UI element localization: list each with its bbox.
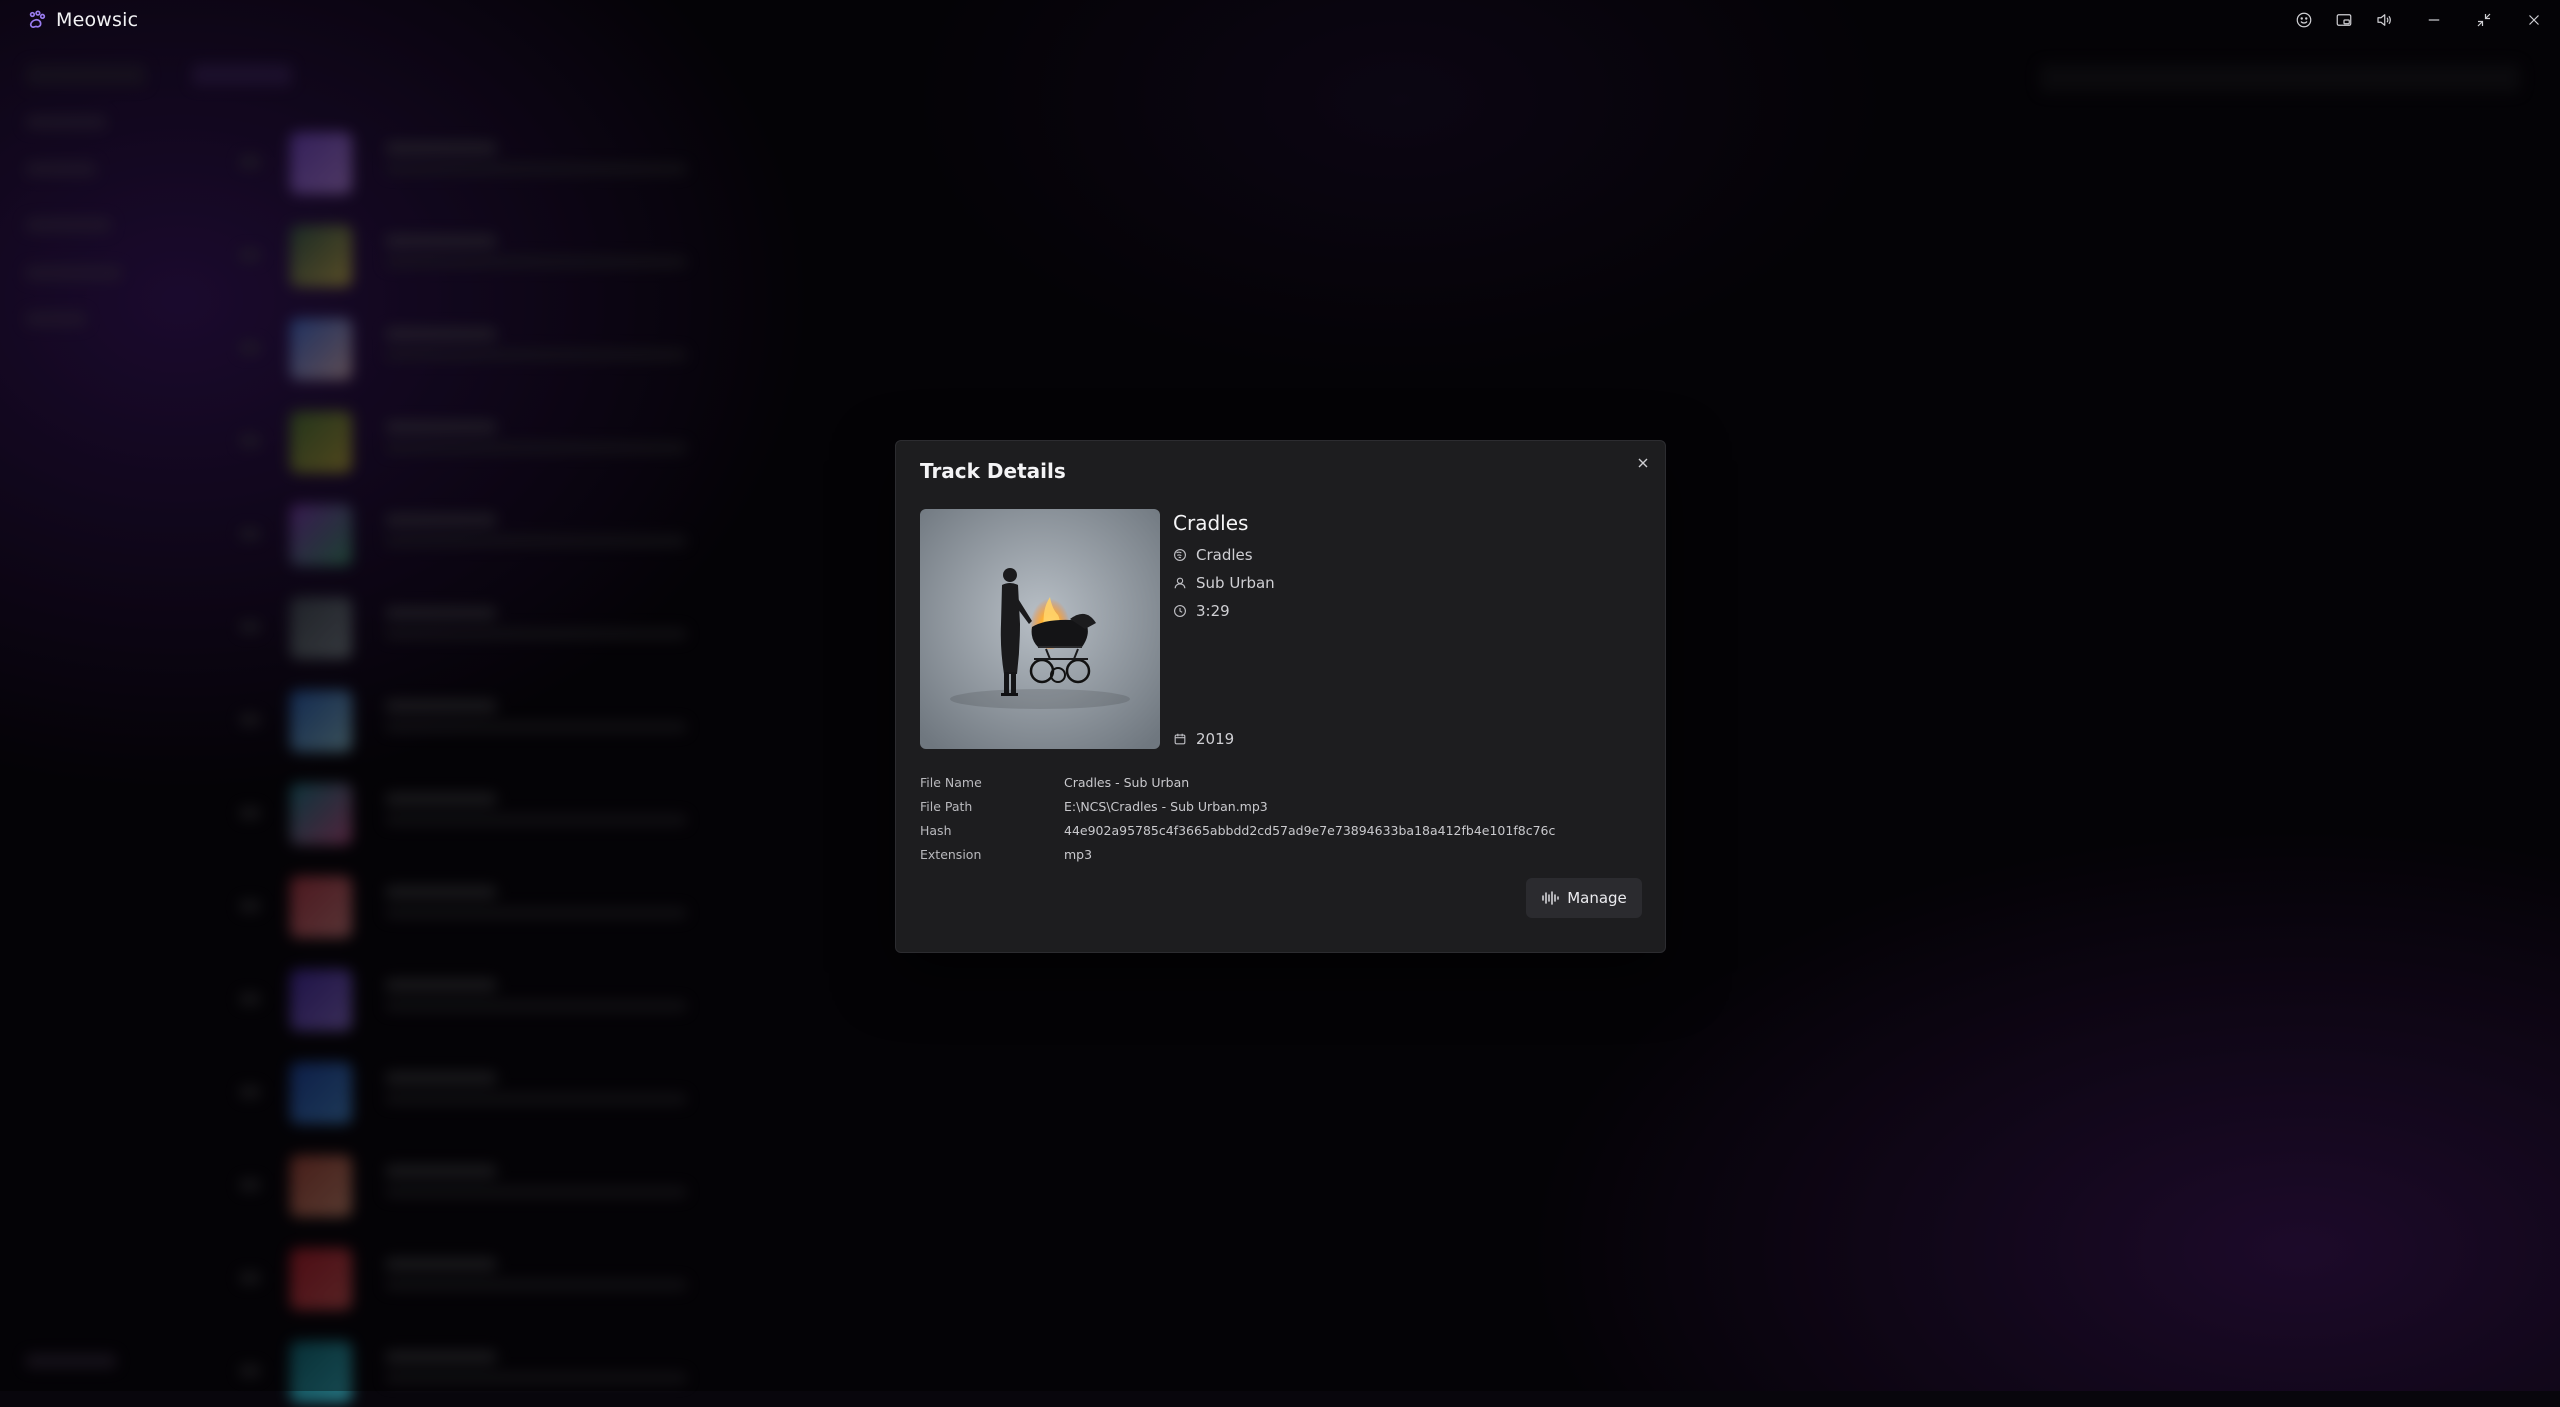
volume-icon <box>2377 14 2391 26</box>
minimize-icon <box>2428 19 2440 21</box>
detail-row-file-name: File Name Cradles - Sub Urban <box>920 770 1640 794</box>
album-art-image <box>920 509 1160 749</box>
detail-row-extension: Extension mp3 <box>920 842 1640 866</box>
volume-button[interactable] <box>2364 0 2404 40</box>
app-logo: Meowsic <box>26 9 138 31</box>
close-icon <box>2529 15 2539 25</box>
file-details: File Name Cradles - Sub Urban File Path … <box>920 770 1640 866</box>
restore-icon <box>2477 13 2491 27</box>
detail-row-hash: Hash 44e902a95785c4f3665abbdd2cd57ad9e7e… <box>920 818 1640 842</box>
miniplayer-icon <box>2336 14 2352 26</box>
album-art <box>920 509 1160 749</box>
manage-button[interactable]: Manage <box>1526 878 1642 918</box>
minimize-button[interactable] <box>2414 0 2454 40</box>
window-controls <box>2284 0 2560 40</box>
calendar-icon <box>1174 733 1186 745</box>
waveform-icon <box>1542 891 1559 905</box>
detail-label: Extension <box>920 846 982 862</box>
modal-title: Track Details <box>920 459 1066 483</box>
detail-row-file-path: File Path E:\NCS\Cradles - Sub Urban.mp3 <box>920 794 1640 818</box>
artist-name: Sub Urban <box>1196 574 1275 592</box>
album-name: Cradles <box>1196 546 1253 564</box>
detail-value: mp3 <box>1064 846 1093 862</box>
title-bar: Meowsic <box>0 0 2560 40</box>
track-meta: Cradles Cradles Sub Urban 3:29 2019 <box>1173 509 1633 749</box>
detail-value: 44e902a95785c4f3665abbdd2cd57ad9e7e73894… <box>1064 822 1556 838</box>
year-row: 2019 <box>1173 730 1234 748</box>
restore-button[interactable] <box>2464 0 2504 40</box>
track-duration: 3:29 <box>1196 602 1230 620</box>
close-icon <box>1638 458 1648 468</box>
detail-value: E:\NCS\Cradles - Sub Urban.mp3 <box>1064 798 1268 814</box>
close-window-button[interactable] <box>2514 0 2554 40</box>
disc-icon <box>1174 549 1186 561</box>
manage-label: Manage <box>1567 889 1627 907</box>
duration-row: 3:29 <box>1173 602 1230 620</box>
track-title: Cradles <box>1173 511 1249 535</box>
detail-label: File Path <box>920 798 973 814</box>
track-details-modal: Track Details Cradles Cradles Sub Urban … <box>895 440 1666 953</box>
clock-icon <box>1174 605 1186 617</box>
emoji-icon <box>2296 12 2312 28</box>
paw-icon <box>29 10 46 29</box>
track-year: 2019 <box>1196 730 1235 748</box>
detail-value: Cradles - Sub Urban <box>1064 774 1190 790</box>
miniplayer-button[interactable] <box>2324 0 2364 40</box>
artist-row: Sub Urban <box>1173 574 1275 592</box>
app-title: Meowsic <box>56 9 139 31</box>
detail-label: File Name <box>920 774 982 790</box>
emoji-button[interactable] <box>2284 0 2324 40</box>
modal-close-button[interactable] <box>1631 451 1655 475</box>
user-icon <box>1174 577 1186 589</box>
album-row: Cradles <box>1173 546 1253 564</box>
detail-label: Hash <box>920 822 952 838</box>
